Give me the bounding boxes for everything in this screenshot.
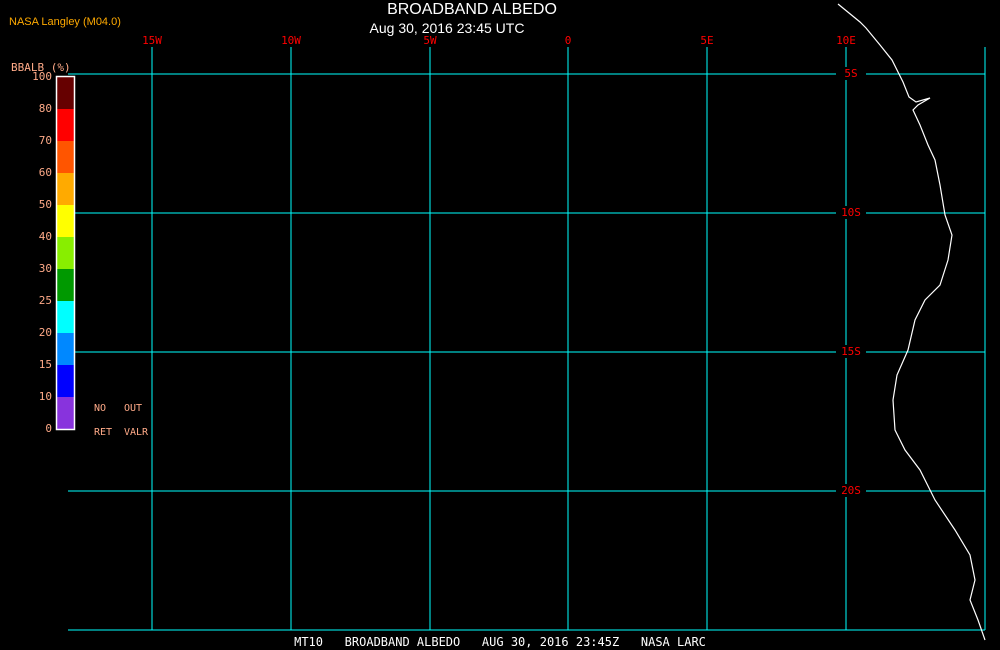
out-valr-label-top: OUT — [124, 403, 143, 414]
colorbar-tick-label: 70 — [38, 134, 52, 147]
longitude-label: 5W — [423, 34, 437, 47]
colorbar-segment — [57, 397, 74, 429]
colorbar-tick-label: 20 — [38, 326, 52, 339]
out-valr-label-bottom: VALR — [124, 427, 149, 438]
no-ret-label-bottom: RET — [94, 427, 113, 438]
colorbar-segment — [57, 77, 74, 109]
latitude-label: 5S — [836, 67, 866, 80]
colorbar-segment — [57, 205, 74, 237]
colorbar-tick-label: 40 — [38, 230, 52, 243]
colorbar-segment — [57, 365, 74, 397]
longitude-label: 15W — [142, 34, 162, 47]
footer-caption: MT10 BROADBAND ALBEDO AUG 30, 2016 23:45… — [294, 635, 706, 649]
colorbar-tick-label: 60 — [38, 166, 52, 179]
map-title: BROADBAND ALBEDO — [387, 1, 557, 18]
colorbar-tick-label: 100 — [32, 70, 52, 83]
colorbar-tick-label: 50 — [38, 198, 52, 211]
colorbar-segment — [57, 269, 74, 301]
colorbar-tick-label: 30 — [38, 262, 52, 275]
colorbar-tick-label: 80 — [38, 102, 52, 115]
colorbar-tick-label: 10 — [38, 390, 52, 403]
coastline — [837, 3, 986, 641]
longitude-label: 10E — [836, 34, 856, 47]
latitude-label: 20S — [836, 484, 866, 497]
colorbar-segment — [57, 301, 74, 333]
colorbar-segment — [57, 109, 74, 141]
colorbar-tick-label: 0 — [45, 422, 52, 435]
colorbar-segment — [57, 333, 74, 365]
colorbar-segment — [57, 141, 74, 173]
longitude-label: 0 — [564, 34, 572, 47]
colorbar-tick-label: 25 — [38, 294, 52, 307]
no-ret-label-top: NO — [94, 403, 107, 414]
colorbar-segment — [57, 173, 74, 205]
map-canvas — [55, 3, 986, 641]
colorbar-segment — [57, 237, 74, 269]
latitude-label: 10S — [836, 206, 866, 219]
albedo-map-view: BROADBAND ALBEDO Aug 30, 2016 23:45 UTC … — [0, 0, 1000, 650]
latitude-label: 15S — [836, 345, 866, 358]
longitude-label: 10W — [281, 34, 301, 47]
longitude-label: 5E — [700, 34, 714, 47]
colorbar-tick-label: 15 — [38, 358, 52, 371]
credit-label: NASA Langley (M04.0) — [9, 16, 121, 28]
